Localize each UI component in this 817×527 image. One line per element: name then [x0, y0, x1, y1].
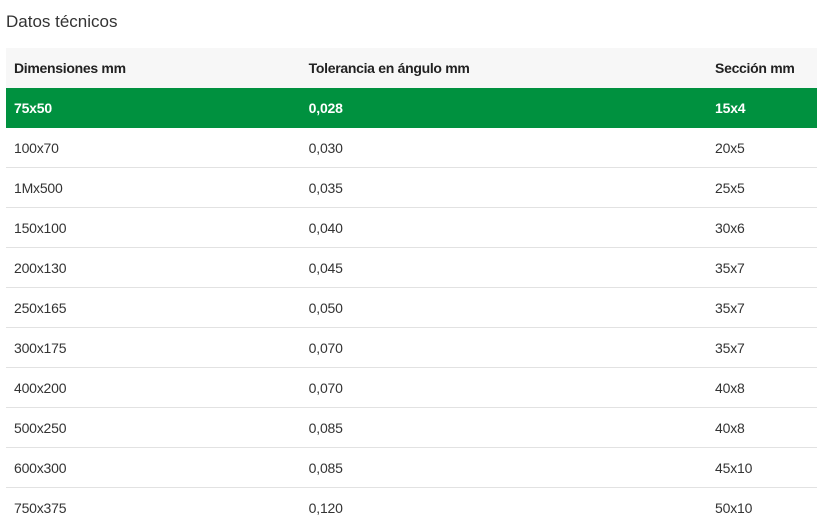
cell-tolerance: 0,070	[300, 327, 708, 368]
table-row[interactable]: 250x165 0,050 35x7	[6, 287, 817, 328]
cell-section: 30x6	[707, 207, 817, 248]
table-row[interactable]: 1Mx500 0,035 25x5	[6, 167, 817, 208]
table-header-row: Dimensiones mm Tolerancia en ángulo mm S…	[6, 48, 817, 88]
table-row[interactable]: 400x200 0,070 40x8	[6, 367, 817, 408]
cell-tolerance: 0,085	[300, 407, 708, 448]
cell-dimension: 500x250	[6, 407, 301, 448]
cell-section: 50x10	[715, 499, 753, 516]
cell-tolerance: 0,035	[300, 167, 708, 208]
cell-dimension: 600x300	[6, 447, 301, 488]
header-section: Sección mm	[715, 60, 795, 76]
cell-section: 40x8	[707, 367, 817, 408]
table-row[interactable]: 300x175 0,070 35x7	[6, 327, 817, 368]
cell-tolerance: 0,085	[300, 447, 708, 488]
cell-tolerance: 0,028	[300, 88, 708, 128]
table-row[interactable]: 750x375 0,120 50x10	[6, 488, 817, 527]
cell-dimension: 1Mx500	[6, 167, 301, 208]
table-row-highlighted[interactable]: 75x50 0,028 15x4	[6, 88, 817, 128]
cell-tolerance: 0,070	[300, 367, 708, 408]
section-title: Datos técnicos	[6, 12, 118, 31]
cell-section: 15x4	[707, 88, 817, 128]
cell-tolerance: 0,040	[300, 207, 708, 248]
cell-tolerance: 0,045	[300, 247, 708, 288]
cell-section: 45x10	[707, 447, 817, 488]
cell-tolerance: 0,120	[308, 499, 343, 516]
cell-section: 40x8	[707, 407, 817, 448]
cell-section: 35x7	[707, 287, 817, 328]
technical-data-table: Dimensiones mm Tolerancia en ángulo mm S…	[6, 48, 817, 527]
cell-dimension: 200x130	[6, 247, 301, 288]
cell-dimension: 400x200	[6, 367, 301, 408]
cell-dimension: 100x70	[6, 127, 301, 168]
cell-tolerance: 0,030	[300, 127, 708, 168]
cell-dimension: 750x375	[14, 499, 67, 516]
cell-section: 35x7	[707, 327, 817, 368]
cell-dimension: 250x165	[6, 287, 301, 328]
header-tolerance: Tolerancia en ángulo mm	[308, 60, 470, 76]
header-dimensions: Dimensiones mm	[14, 60, 126, 76]
table-row[interactable]: 500x250 0,085 40x8	[6, 407, 817, 448]
table-row[interactable]: 100x70 0,030 20x5	[6, 127, 817, 168]
cell-tolerance: 0,050	[300, 287, 708, 328]
cell-section: 25x5	[707, 167, 817, 208]
cell-section: 35x7	[707, 247, 817, 288]
cell-section: 20x5	[707, 127, 817, 168]
cell-dimension: 300x175	[6, 327, 301, 368]
table-row[interactable]: 600x300 0,085 45x10	[6, 447, 817, 488]
cell-dimension: 75x50	[6, 88, 301, 128]
table-row[interactable]: 150x100 0,040 30x6	[6, 207, 817, 248]
cell-dimension: 150x100	[6, 207, 301, 248]
table-row[interactable]: 200x130 0,045 35x7	[6, 247, 817, 288]
